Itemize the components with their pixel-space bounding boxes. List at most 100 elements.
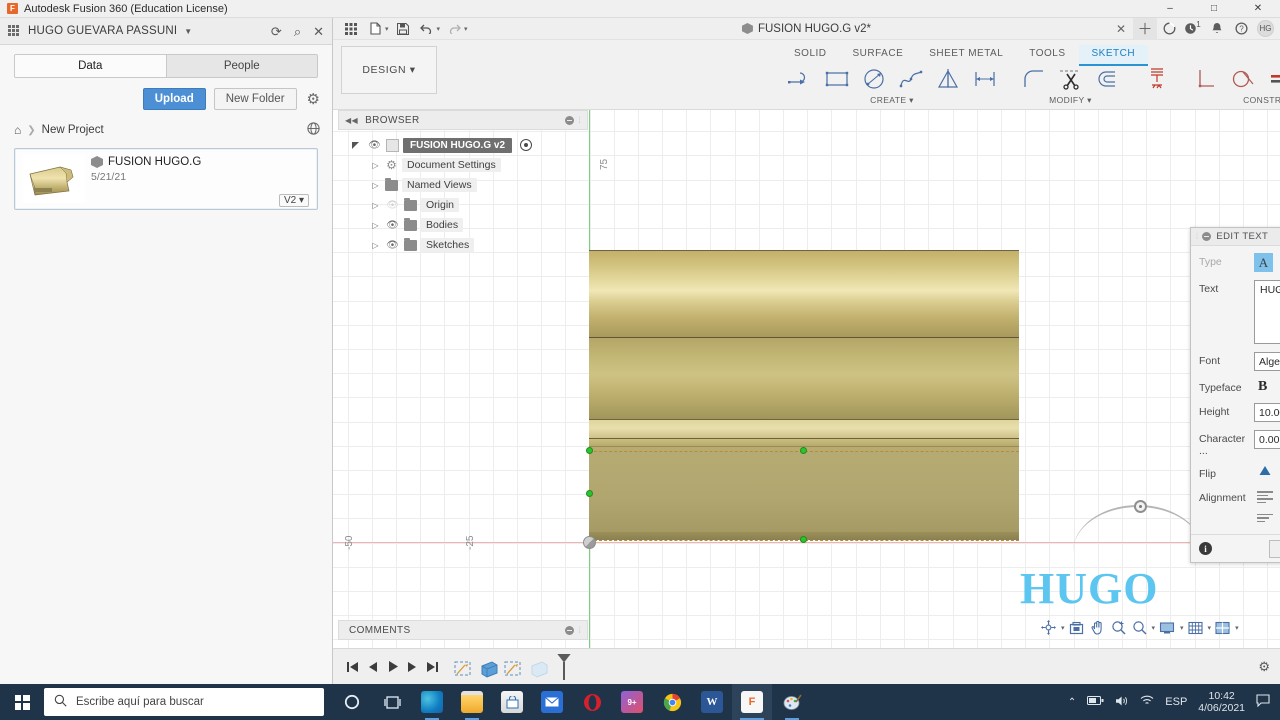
taskbar-icon-mail[interactable] [532,684,572,720]
chevron-down-icon[interactable]: ▾ [437,25,441,33]
offset-tool-icon[interactable] [1089,64,1126,94]
save-icon[interactable] [393,20,413,38]
tree-node-origin[interactable]: ▷ 👁 Origin [352,195,588,215]
fillet-tool-icon[interactable] [1015,64,1052,94]
taskbar-icon-word[interactable]: W [692,684,732,720]
spline-tool-icon[interactable] [892,64,929,94]
eye-icon[interactable]: 👁 [385,240,400,251]
tab-close-icon[interactable]: ✕ [1109,18,1133,40]
new-tab-icon[interactable]: ＋ [1133,17,1157,40]
chevron-down-icon[interactable]: ▾ [1180,624,1184,632]
create-group-label[interactable]: CREATE ▾ [870,95,914,106]
constraints-group-label[interactable]: CONSTRAINTS ▾ [1243,95,1280,106]
sketch-point[interactable] [800,536,807,543]
chevron-down-icon[interactable]: ▾ [1208,624,1212,632]
align-left-button[interactable] [1254,489,1276,505]
modify-group-label[interactable]: MODIFY ▾ [1049,95,1092,106]
bold-button[interactable]: B [1258,379,1267,395]
taskbar-icon-chrome[interactable] [652,684,692,720]
zoom-window-tool-icon[interactable] [1130,618,1149,637]
chevron-up-icon[interactable]: ⌃ [1068,697,1076,708]
comments-header[interactable]: COMMENTS ⦙ [338,620,588,640]
tree-node-sketches[interactable]: ▷ 👁 Sketches [352,235,588,255]
project-include-tool-icon[interactable] [1138,64,1175,94]
app-grid-icon[interactable] [341,20,361,38]
tab-sheet-metal[interactable]: SHEET METAL [916,45,1016,66]
tree-node-document-settings[interactable]: ▷ ⚙ Document Settings [352,155,588,175]
sketch-text-preview[interactable]: HUGO [1020,563,1158,614]
new-folder-button[interactable]: New Folder [213,88,297,110]
equal-constraint-icon[interactable] [1261,64,1280,94]
recent-documents-icon[interactable]: 1 [1181,18,1205,40]
cortana-icon[interactable] [332,684,372,720]
character-spacing-input[interactable]: 0.00 [1254,430,1280,449]
font-select[interactable]: Algerian ▼ [1254,352,1280,371]
job-status-icon[interactable] [1157,18,1181,40]
text-input[interactable] [1254,280,1280,344]
dialog-minimize-icon[interactable] [1202,232,1212,241]
rectangle-tool-icon[interactable] [818,64,855,94]
chevron-right-icon[interactable]: ▷ [370,201,381,210]
timeline-go-to-beginning[interactable] [343,657,361,677]
help-icon[interactable]: ? [1229,18,1253,40]
close-icon[interactable]: ✕ [313,25,324,38]
chevron-down-icon[interactable]: ▾ [385,25,389,33]
collapse-icon[interactable]: ◀◀ [345,116,358,125]
chevron-down-icon[interactable]: ▾ [1061,624,1065,632]
taskbar-clock[interactable]: 10:42 4/06/2021 [1198,690,1245,714]
height-input[interactable]: 10.00 mm [1254,403,1280,422]
chevron-down-icon[interactable]: ▾ [1235,624,1239,632]
battery-icon[interactable] [1087,695,1104,709]
align-top-button[interactable] [1254,510,1276,526]
eye-icon[interactable]: 👁 [367,140,382,151]
minimize-panel-icon[interactable] [564,625,574,635]
close-button[interactable]: ✕ [1236,0,1280,18]
perpendicular-constraint-icon[interactable] [1187,64,1224,94]
sketch-point[interactable] [800,447,807,454]
tab-surface[interactable]: SURFACE [840,45,917,66]
gold-model-body[interactable] [586,250,1019,543]
panel-grip-icon[interactable]: ⦙ [579,115,581,126]
hub-grid-icon[interactable] [8,25,21,37]
timeline-feature-sketch2[interactable] [503,660,525,680]
eye-icon[interactable]: 👁 [385,220,400,231]
taskbar-search-box[interactable]: Escribe aquí para buscar [44,688,324,716]
redo-icon[interactable] [444,20,464,38]
start-button[interactable] [0,684,44,720]
sketch-point[interactable] [586,447,593,454]
line-tool-icon[interactable] [781,64,818,94]
text-rotation-handle[interactable] [1134,500,1147,513]
panel-grip-icon[interactable]: ⦙ [579,625,581,636]
grid-settings-icon[interactable] [1186,619,1205,637]
taskbar-icon-paint[interactable] [772,684,812,720]
tab-people[interactable]: People [166,55,317,77]
circle-tool-icon[interactable] [855,64,892,94]
target-icon[interactable] [520,139,533,151]
home-icon[interactable]: ⌂ [14,123,21,137]
dialog-grip-icon[interactable]: ⦙ [1196,231,1198,242]
file-card[interactable]: FUSION HUGO.G 5/21/21 V2 ▾ [14,148,318,210]
globe-icon[interactable] [307,122,320,138]
chevron-right-icon[interactable]: ▷ [370,241,381,250]
tab-data[interactable]: Data [15,55,167,77]
timeline-marker[interactable] [557,653,571,680]
timeline-step-forward[interactable] [403,657,421,677]
chevron-down-icon[interactable]: ▼ [184,27,192,36]
chevron-down-icon[interactable]: ▾ [464,25,468,33]
timeline-go-to-end[interactable] [423,657,441,677]
timeline-feature-sketch1[interactable] [453,660,475,680]
language-indicator[interactable]: ESP [1165,696,1187,708]
timeline-settings-icon[interactable]: ⚙ [1258,659,1270,675]
file-version-dropdown[interactable]: V2 ▾ [278,194,309,207]
tab-solid[interactable]: SOLID [781,45,840,66]
minimize-panel-icon[interactable] [564,115,574,125]
chevron-right-icon[interactable]: ▷ [370,221,381,230]
new-file-icon[interactable] [365,20,385,38]
undo-icon[interactable] [417,20,437,38]
taskbar-icon-edge[interactable] [412,684,452,720]
taskbar-icon-file-explorer[interactable] [452,684,492,720]
orbit-tool-icon[interactable] [1039,618,1058,637]
viewports-icon[interactable] [1213,619,1232,637]
chevron-down-icon[interactable]: ▾ [1152,624,1156,632]
breadcrumb-project[interactable]: New Project [42,124,104,136]
